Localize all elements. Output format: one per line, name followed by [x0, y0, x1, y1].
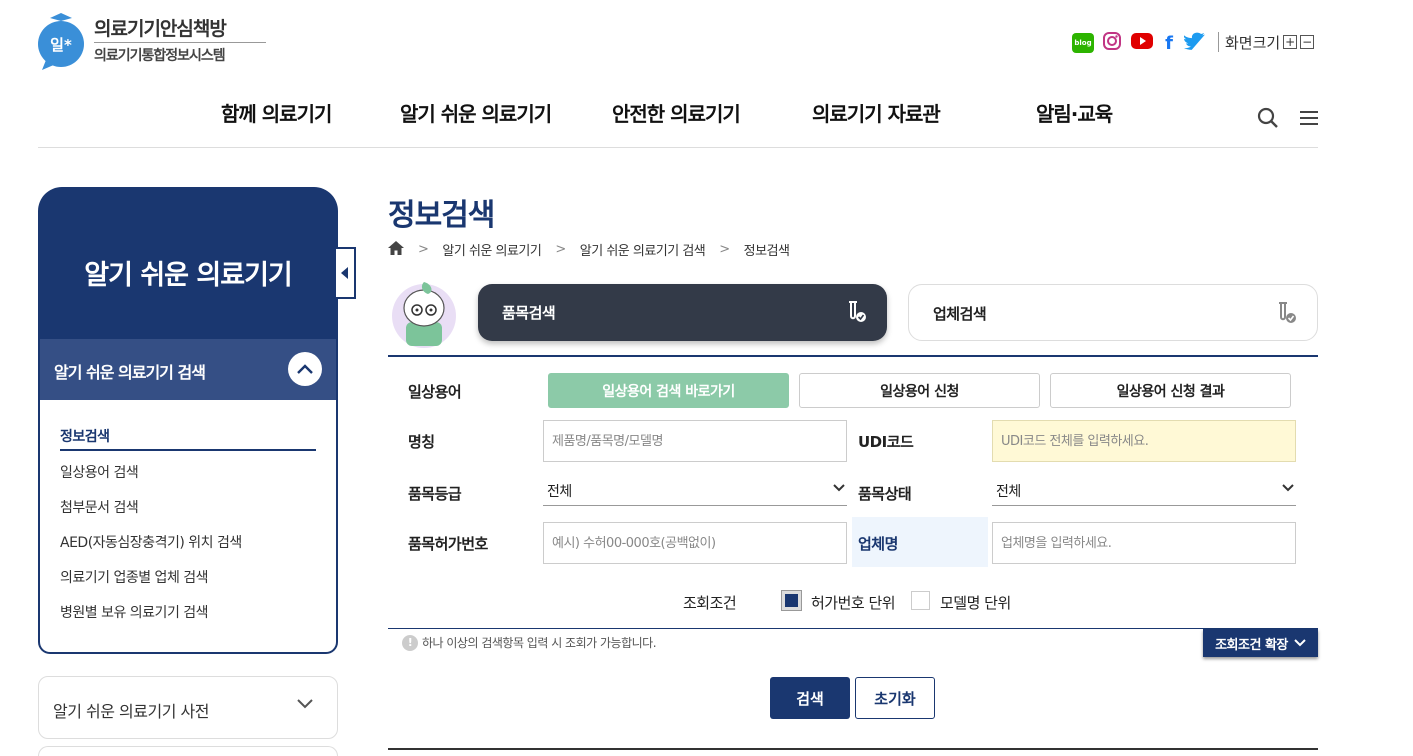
test-tube-check-icon — [1279, 302, 1296, 323]
twitter-icon[interactable] — [1183, 32, 1206, 54]
search-button[interactable]: 검색 — [770, 677, 850, 719]
gnb-item-together[interactable]: 함께 의료기기 — [221, 98, 332, 127]
header-tools — [1256, 106, 1320, 134]
status-select-value: 전체 — [996, 483, 1021, 500]
breadcrumb-separator-icon: > — [719, 242, 730, 257]
breadcrumb-separator-icon: > — [418, 242, 429, 257]
company-label: 업체명 — [858, 535, 898, 553]
sidebar-section-header[interactable]: 알기 쉬운 의료기기 검색 — [38, 337, 338, 400]
grade-select-value: 전체 — [547, 483, 572, 500]
page-title: 정보검색 — [388, 198, 495, 233]
gnb-item-notice[interactable]: 알림·교육 — [1036, 98, 1113, 127]
form-bottom-border — [388, 628, 1318, 629]
grade-select[interactable]: 전체 — [543, 476, 847, 506]
font-size-plus-button[interactable]: + — [1283, 35, 1298, 49]
permit-input[interactable] — [543, 522, 847, 564]
site-logo[interactable]: 일* 의료기기안심책방 의료기기통합정보시스템 — [36, 10, 266, 72]
notice-message: 하나 이상의 검색항목 입력 시 조회가 가능합니다. — [422, 636, 657, 650]
permit-label: 품목허가번호 — [408, 535, 488, 553]
name-input[interactable] — [543, 420, 847, 462]
gnb-item-easy[interactable]: 알기 쉬운 의료기기 — [400, 98, 552, 127]
sidebar-item-daily-term[interactable]: 일상용어 검색 — [60, 462, 139, 482]
chevron-up-icon[interactable] — [288, 352, 322, 386]
instagram-icon[interactable] — [1102, 31, 1122, 55]
chevron-down-icon — [1294, 639, 1306, 647]
sidebar-item-attachment[interactable]: 첨부문서 검색 — [60, 497, 139, 517]
permit-unit-label: 허가번호 단위 — [811, 594, 896, 612]
sidebar-menu: 정보검색 일상용어 검색 첨부문서 검색 AED(자동심장충격기) 위치 검색 … — [38, 400, 338, 654]
font-size-label: 화면크기 — [1225, 33, 1281, 52]
sidebar-section-label: 알기 쉬운 의료기기 검색 — [54, 363, 206, 382]
font-size-minus-button[interactable]: − — [1300, 35, 1315, 49]
grade-label: 품목등급 — [408, 485, 462, 503]
notice-text: ! 하나 이상의 검색항목 입력 시 조회가 가능합니다. — [402, 634, 657, 651]
sidebar-dictionary[interactable]: 알기 쉬운 의료기기 사전 — [38, 676, 338, 739]
sidebar-item-aed[interactable]: AED(자동심장충격기) 위치 검색 — [60, 532, 242, 552]
status-label: 품목상태 — [858, 485, 912, 503]
chevron-down-icon — [1282, 484, 1294, 492]
model-unit-label: 모델명 단위 — [940, 594, 1011, 612]
logo-subtitle: 의료기기통합정보시스템 — [94, 48, 226, 64]
youtube-icon[interactable] — [1130, 32, 1154, 54]
daily-term-label: 일상용어 — [408, 383, 462, 401]
blog-icon-label: blog — [1074, 39, 1092, 47]
name-label: 명칭 — [408, 433, 435, 451]
sidebar-item-business[interactable]: 의료기기 업종별 업체 검색 — [60, 567, 209, 587]
search-icon[interactable] — [1256, 106, 1280, 134]
blog-icon[interactable]: blog — [1072, 33, 1094, 53]
gnb-item-safe[interactable]: 안전한 의료기기 — [612, 98, 741, 127]
info-icon: ! — [402, 634, 418, 651]
mascot-icon — [392, 282, 456, 348]
tab-product-label: 품목검색 — [502, 304, 556, 322]
gnb-item-archive[interactable]: 의료기기 자료관 — [812, 98, 941, 127]
sidebar-title: 알기 쉬운 의료기기 — [84, 260, 293, 291]
facebook-icon-label: f — [1165, 32, 1173, 54]
company-input[interactable] — [992, 522, 1296, 564]
facebook-icon[interactable]: f — [1162, 33, 1176, 54]
expand-conditions-label: 조회조건 확장 — [1215, 637, 1288, 653]
status-select[interactable]: 전체 — [992, 476, 1296, 506]
reset-button[interactable]: 초기화 — [855, 677, 935, 719]
breadcrumb-item[interactable]: 알기 쉬운 의료기기 — [442, 240, 541, 259]
logo-title: 의료기기안심책방 — [94, 18, 227, 40]
expand-conditions-button[interactable]: 조회조건 확장 — [1203, 629, 1318, 657]
tab-company-label: 업체검색 — [933, 305, 987, 323]
model-unit-checkbox[interactable] — [911, 591, 930, 610]
header-divider — [38, 147, 1318, 148]
daily-term-search-button[interactable]: 일상용어 검색 바로가기 — [548, 373, 789, 408]
sidebar-header: 알기 쉬운 의료기기 — [38, 187, 338, 347]
chevron-down-icon — [297, 699, 313, 709]
sns-links: blog f — [1072, 32, 1206, 54]
tab-company-search[interactable]: 업체검색 — [908, 284, 1318, 341]
breadcrumb-item[interactable]: 알기 쉬운 의료기기 검색 — [580, 240, 706, 259]
sidebar-next-section — [38, 746, 338, 756]
tab-product-search[interactable]: 품목검색 — [478, 284, 887, 341]
main-navigation: 함께 의료기기 알기 쉬운 의료기기 안전한 의료기기 의료기기 자료관 알림·… — [200, 98, 1160, 134]
logo-mark-text: 일* — [50, 36, 72, 54]
sidebar-dictionary-label: 알기 쉬운 의료기기 사전 — [53, 702, 209, 721]
breadcrumb-item: 정보검색 — [743, 244, 790, 259]
sidebar-item-hospital[interactable]: 병원별 보유 의료기기 검색 — [60, 602, 209, 622]
breadcrumb: > 알기 쉬운 의료기기 > 알기 쉬운 의료기기 검색 > 정보검색 — [388, 240, 790, 259]
udi-input[interactable] — [992, 420, 1296, 462]
daily-term-result-button[interactable]: 일상용어 신청 결과 — [1050, 373, 1291, 408]
sidebar-item-info-search[interactable]: 정보검색 — [60, 426, 316, 451]
test-tube-check-icon — [849, 301, 866, 322]
breadcrumb-separator-icon: > — [555, 242, 566, 257]
menu-icon[interactable] — [1298, 106, 1320, 134]
condition-label: 조회조건 — [683, 594, 737, 612]
form-top-border — [388, 355, 1318, 357]
logo-mark-icon: 일* — [38, 13, 84, 70]
permit-unit-checkbox[interactable] — [781, 590, 802, 611]
font-size-control: 화면크기 + − — [1218, 32, 1315, 52]
chevron-down-icon — [833, 484, 845, 492]
logo-divider — [94, 42, 266, 43]
sidebar-collapse-button[interactable] — [334, 247, 356, 299]
home-icon[interactable] — [388, 240, 404, 259]
udi-label: UDI코드 — [858, 433, 914, 451]
caret-left-icon — [341, 267, 348, 279]
daily-term-apply-button[interactable]: 일상용어 신청 — [799, 373, 1040, 408]
